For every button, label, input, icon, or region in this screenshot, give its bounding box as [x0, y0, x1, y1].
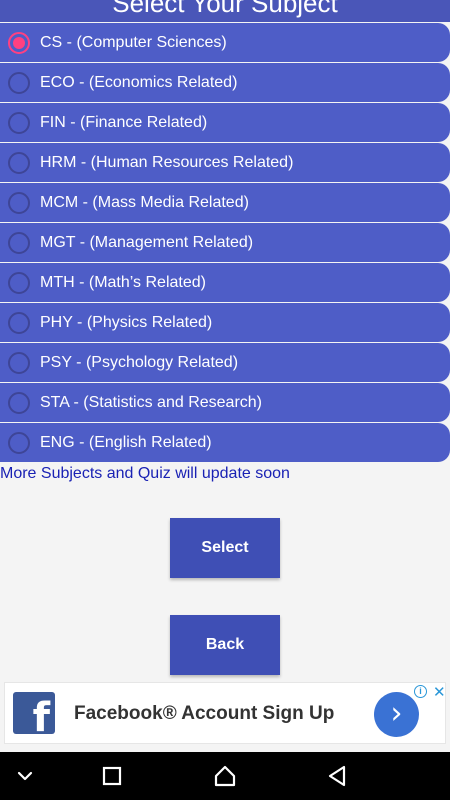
select-button[interactable]: Select: [170, 518, 280, 578]
subject-option-sta[interactable]: STA - (Statistics and Research): [0, 383, 450, 422]
adchoices-icon[interactable]: i: [414, 685, 427, 698]
radio-icon[interactable]: [8, 32, 30, 54]
subject-option-eco[interactable]: ECO - (Economics Related): [0, 63, 450, 102]
ad-banner[interactable]: f Facebook® Account Sign Up › i ✕: [4, 682, 446, 744]
subject-radio-group: CS - (Computer Sciences) ECO - (Economic…: [0, 23, 450, 463]
radio-icon[interactable]: [8, 112, 30, 134]
chevron-down-icon[interactable]: [13, 764, 37, 788]
facebook-logo-icon: f: [13, 692, 55, 734]
subject-option-hrm[interactable]: HRM - (Human Resources Related): [0, 143, 450, 182]
subject-label: FIN - (Finance Related): [40, 114, 208, 131]
radio-icon[interactable]: [8, 432, 30, 454]
subject-label: ENG - (English Related): [40, 434, 212, 451]
subject-label: MTH - (Math’s Related): [40, 274, 206, 291]
subject-option-cs[interactable]: CS - (Computer Sciences): [0, 23, 450, 62]
subject-option-phy[interactable]: PHY - (Physics Related): [0, 303, 450, 342]
radio-icon[interactable]: [8, 352, 30, 374]
subject-label: MGT - (Management Related): [40, 234, 254, 251]
radio-icon[interactable]: [8, 312, 30, 334]
subject-label: PHY - (Physics Related): [40, 314, 213, 331]
recents-icon[interactable]: [100, 764, 124, 788]
header: Select Your Subject: [0, 0, 450, 22]
subject-option-fin[interactable]: FIN - (Finance Related): [0, 103, 450, 142]
ad-close-icon[interactable]: ✕: [433, 683, 446, 701]
update-notice: More Subjects and Quiz will update soon: [0, 465, 290, 482]
subject-option-mgt[interactable]: MGT - (Management Related): [0, 223, 450, 262]
subject-option-mcm[interactable]: MCM - (Mass Media Related): [0, 183, 450, 222]
system-navigation-bar: [0, 752, 450, 800]
radio-icon[interactable]: [8, 392, 30, 414]
subject-label: MCM - (Mass Media Related): [40, 194, 249, 211]
subject-label: CS - (Computer Sciences): [40, 34, 227, 51]
page-title: Select Your Subject: [112, 0, 338, 18]
radio-icon[interactable]: [8, 152, 30, 174]
radio-icon[interactable]: [8, 72, 30, 94]
subject-option-mth[interactable]: MTH - (Math’s Related): [0, 263, 450, 302]
subject-label: ECO - (Economics Related): [40, 74, 238, 91]
ad-arrow-button[interactable]: ›: [374, 692, 419, 737]
facebook-logo-glyph: f: [32, 695, 50, 734]
radio-icon[interactable]: [8, 272, 30, 294]
subject-option-eng[interactable]: ENG - (English Related): [0, 423, 450, 462]
subject-label: STA - (Statistics and Research): [40, 394, 262, 411]
subject-label: HRM - (Human Resources Related): [40, 154, 294, 171]
back-button[interactable]: Back: [170, 615, 280, 675]
radio-icon[interactable]: [8, 232, 30, 254]
radio-icon[interactable]: [8, 192, 30, 214]
subject-label: PSY - (Psychology Related): [40, 354, 239, 371]
subject-option-psy[interactable]: PSY - (Psychology Related): [0, 343, 450, 382]
home-icon[interactable]: [213, 764, 237, 788]
back-icon[interactable]: [325, 764, 349, 788]
ad-title: Facebook® Account Sign Up: [74, 703, 335, 724]
